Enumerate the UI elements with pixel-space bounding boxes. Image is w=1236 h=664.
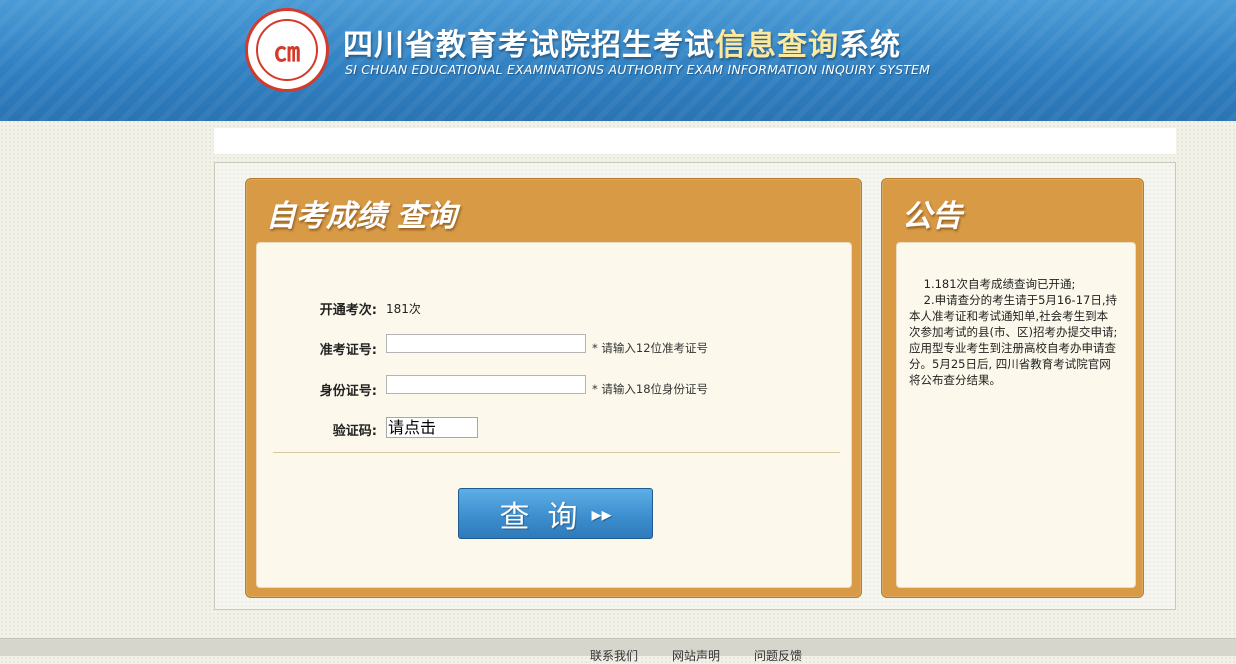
system-title-english: SI CHUAN EDUCATIONAL EXAMINATIONS AUTHOR…	[345, 62, 931, 77]
query-submit-button[interactable]: 查询 ▸▸	[458, 488, 653, 539]
form-divider	[273, 452, 840, 453]
double-arrow-icon: ▸▸	[591, 501, 612, 526]
query-panel-title: 自考成绩 查询	[266, 199, 457, 234]
header-banner: ㎝ 四川省教育考试院招生考试信息查询系统 SI CHUAN EDUCATIONA…	[0, 0, 1236, 121]
footer: 联系我们 网站声明 问题反馈	[0, 638, 1236, 663]
ticket-number-hint: * 请输入12位准考证号	[592, 341, 709, 355]
exam-authority-logo: ㎝	[245, 8, 329, 92]
ticket-number-label: 准考证号:	[319, 343, 377, 358]
ticket-number-input[interactable]	[386, 334, 586, 353]
captcha-box[interactable]: 请点击	[386, 417, 478, 438]
logo-emblem-icon: ㎝	[256, 19, 318, 81]
footer-link-feedback[interactable]: 问题反馈	[754, 647, 802, 664]
top-strip	[214, 128, 1176, 154]
opened-session-label: 开通考次:	[319, 303, 377, 318]
footer-link-contact[interactable]: 联系我们	[590, 647, 638, 664]
footer-link-statement[interactable]: 网站声明	[672, 647, 720, 664]
id-number-label: 身份证号:	[319, 384, 377, 399]
score-query-panel: 自考成绩 查询 开通考次: 181次 准考证号: * 请输入12位准考证号 身份…	[245, 178, 862, 598]
submit-label: 查询	[499, 499, 596, 535]
system-title: 四川省教育考试院招生考试信息查询系统	[343, 20, 901, 64]
title-highlight: 信息查询	[715, 28, 839, 63]
id-number-hint: * 请输入18位身份证号	[592, 382, 709, 396]
notice-panel: 公告 1.181次自考成绩查询已开通; 2.申请查分的考生请于5月16-17日,…	[881, 178, 1144, 598]
captcha-label: 验证码:	[332, 424, 377, 439]
title-main: 四川省教育考试院招生考试	[343, 28, 715, 63]
footer-links: 联系我们 网站声明 问题反馈	[590, 647, 802, 664]
opened-session-value: 181次	[386, 302, 421, 316]
id-number-input[interactable]	[386, 375, 586, 394]
notice-text: 1.181次自考成绩查询已开通; 2.申请查分的考生请于5月16-17日,持本人…	[909, 277, 1118, 387]
title-suffix: 系统	[839, 28, 901, 63]
query-form: 开通考次: 181次 准考证号: * 请输入12位准考证号 身份证号: * 请输…	[256, 242, 852, 588]
notice-body: 1.181次自考成绩查询已开通; 2.申请查分的考生请于5月16-17日,持本人…	[896, 242, 1136, 588]
notice-panel-title: 公告	[902, 199, 962, 234]
